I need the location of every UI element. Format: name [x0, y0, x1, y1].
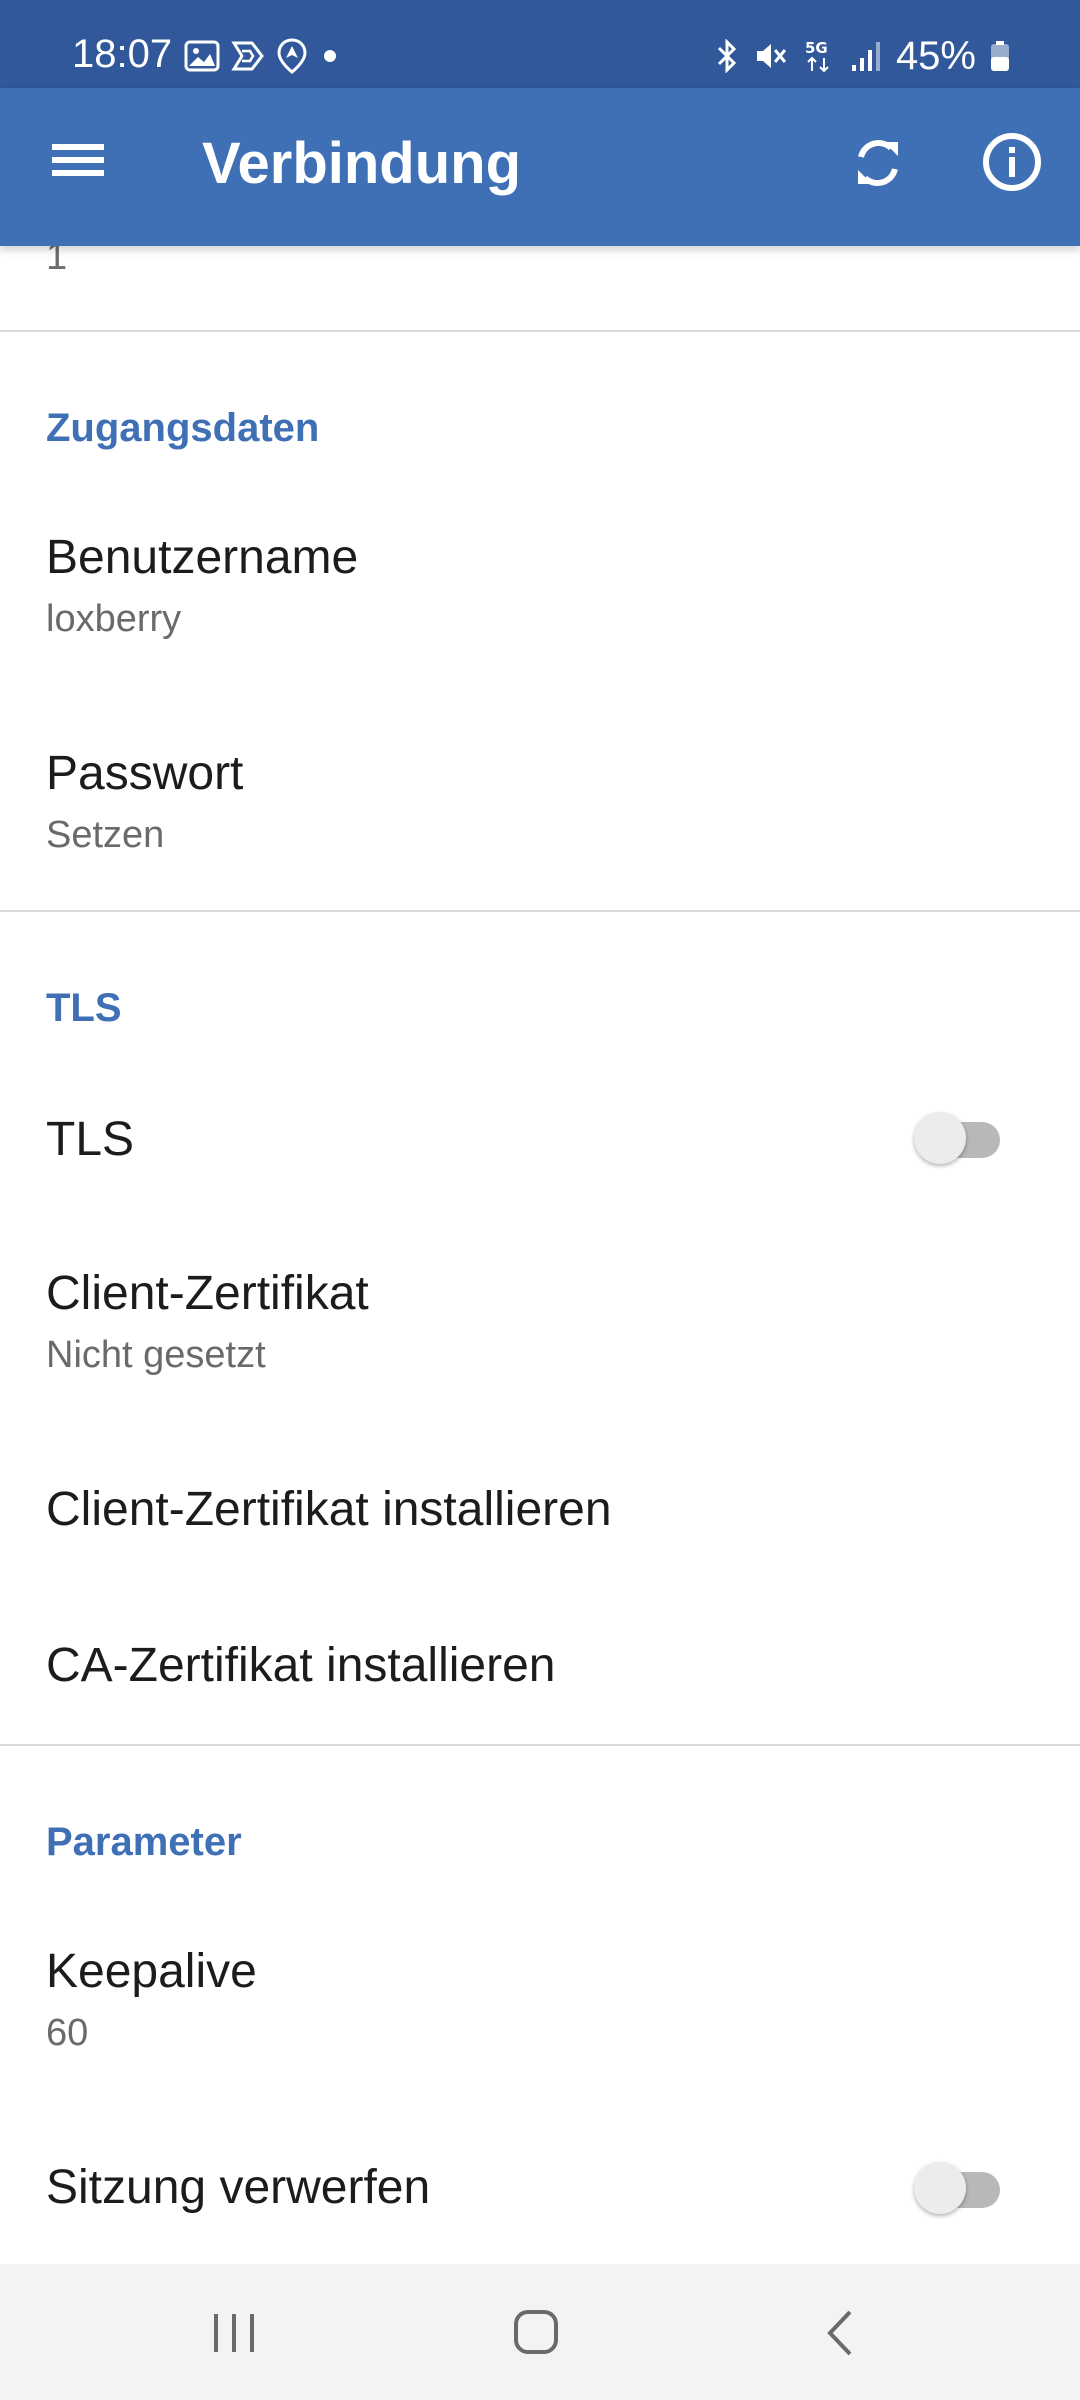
app-bar: Verbindung: [0, 88, 1080, 246]
dot-icon: [324, 50, 336, 62]
section-header-credentials: Zugangsdaten: [46, 406, 320, 450]
divider: [0, 330, 1080, 332]
switch-thumb: [914, 1112, 966, 1164]
location-icon: [277, 38, 307, 74]
notification-icons: [184, 38, 342, 74]
svg-text:5G: 5G: [805, 39, 828, 57]
image-icon: [184, 40, 220, 72]
app-icon: [231, 41, 264, 71]
pref-keepalive-title: Keepalive: [46, 1945, 257, 1998]
pref-tls-title: TLS: [46, 1113, 135, 1166]
battery-percentage: 45%: [895, 34, 976, 78]
home-icon[interactable]: [510, 2308, 562, 2358]
switch-thumb: [914, 2162, 966, 2214]
mute-icon: [756, 44, 787, 68]
recents-icon[interactable]: [206, 2308, 262, 2358]
section-header-parameters: Parameter: [46, 1820, 242, 1864]
sync-icon[interactable]: [846, 128, 910, 198]
page-title: Verbindung: [202, 131, 521, 196]
section-header-tls: TLS: [46, 986, 122, 1030]
clean-session-switch[interactable]: [912, 2160, 1004, 2216]
previous-item-value: 1: [46, 246, 68, 278]
status-time: 18:07: [72, 32, 173, 76]
tls-switch[interactable]: [912, 1110, 1004, 1166]
5g-icon: 5G: [805, 39, 829, 73]
pref-install-client-cert-title: Client-Zertifikat installieren: [46, 1483, 612, 1536]
settings-list[interactable]: 1 Zugangsdaten Benutzername loxberry Pas…: [0, 246, 1080, 2264]
system-nav-bar: [0, 2264, 1080, 2400]
pref-username-title: Benutzername: [46, 531, 359, 584]
battery-icon: [991, 41, 1009, 71]
pref-clean-session-title: Sitzung verwerfen: [46, 2161, 431, 2214]
signal-icon: [851, 42, 880, 71]
divider: [0, 1744, 1080, 1746]
status-bar: 18:07 5G 45%: [0, 0, 1080, 88]
pref-password-title: Passwort: [46, 747, 244, 800]
info-icon[interactable]: [980, 130, 1044, 194]
system-icons: 5G 45%: [714, 36, 1010, 76]
pref-keepalive-summary: 60: [46, 2012, 89, 2054]
pref-client-cert-summary: Nicht gesetzt: [46, 1334, 266, 1376]
bluetooth-icon: [717, 39, 737, 73]
menu-icon[interactable]: [46, 128, 110, 192]
pref-username-summary: loxberry: [46, 598, 182, 640]
pref-password-summary: Setzen: [46, 814, 165, 856]
back-icon[interactable]: [820, 2308, 860, 2358]
divider: [0, 910, 1080, 912]
pref-install-ca-cert-title: CA-Zertifikat installieren: [46, 1639, 556, 1692]
pref-client-cert-title: Client-Zertifikat: [46, 1267, 369, 1320]
